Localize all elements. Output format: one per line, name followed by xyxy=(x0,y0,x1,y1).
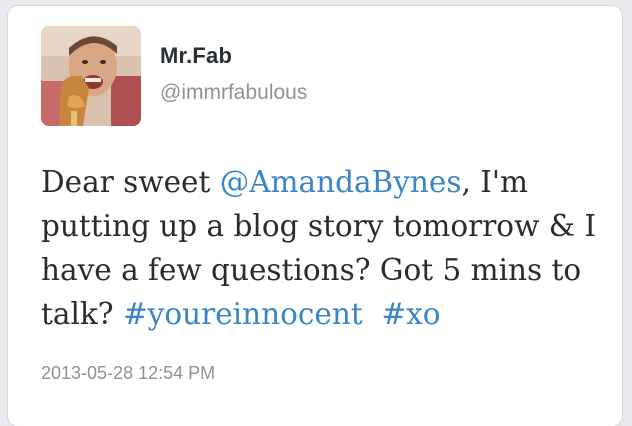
tweet-text: Dear sweet @AmandaBynes, I'm putting up … xyxy=(41,160,611,336)
tweet-text-spacer xyxy=(363,297,382,331)
hashtag-link-youreinnocent[interactable]: #youreinnocent xyxy=(123,297,363,331)
tweet-text-intro: Dear sweet xyxy=(41,165,220,199)
mention-link[interactable]: @AmandaBynes xyxy=(220,165,462,199)
author-handle[interactable]: @immrfabulous xyxy=(160,81,307,105)
avatar[interactable] xyxy=(41,26,141,126)
user-avatar-photo-icon xyxy=(41,26,141,126)
tweet-timestamp: 2013-05-28 12:54 PM xyxy=(41,363,216,383)
tweet-card: Mr.Fab @immrfabulous Dear sweet @AmandaB… xyxy=(8,6,622,426)
author-name[interactable]: Mr.Fab xyxy=(160,43,232,69)
hashtag-link-xo[interactable]: #xo xyxy=(381,297,440,331)
